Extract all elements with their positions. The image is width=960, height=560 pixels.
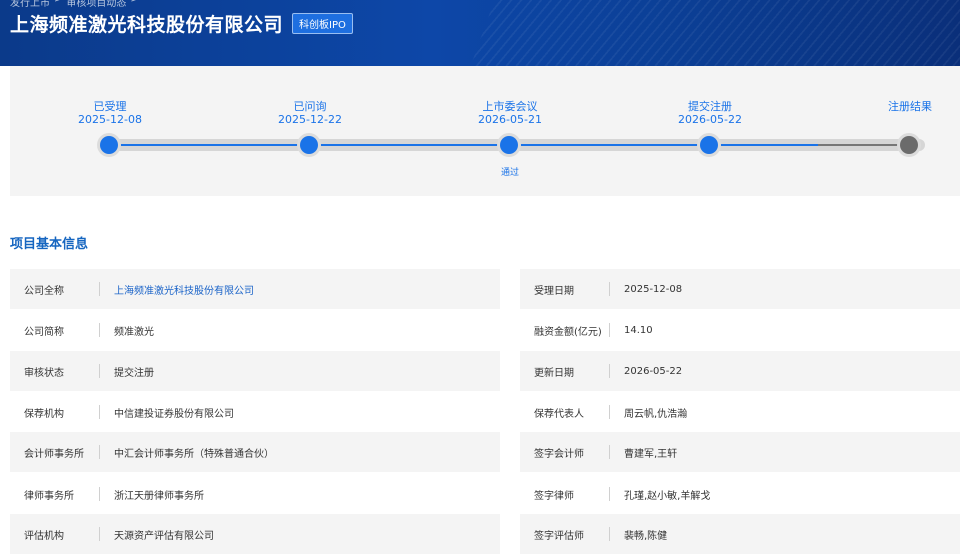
divider [99,364,100,378]
info-row-law-firm: 律师事务所 浙江天册律师事务所 [10,474,500,514]
divider [609,282,610,296]
info-label: 签字评估师 [534,530,584,542]
step-date: 2025-12-22 [278,113,342,126]
breadcrumb-item-listing[interactable]: 发行上市 [10,0,50,9]
divider [99,445,100,459]
info-label: 公司简称 [24,326,64,338]
info-row-signing-lawyers: 签字律师 孔瑾,赵小敏,羊解戈 [520,474,960,514]
info-value: 提交注册 [114,367,154,379]
info-value: 2025-12-08 [624,283,683,295]
info-label: 更新日期 [534,367,574,379]
info-value: 裴畅,陈健 [624,530,668,542]
info-label: 签字律师 [534,490,574,502]
info-value: 中信建投证券股份有限公司 [114,408,234,420]
divider [99,527,100,541]
divider [99,487,100,501]
divider [609,323,610,337]
info-row-sponsor-representatives: 保荐代表人 周云帆,仇浩瀚 [520,392,960,432]
info-label: 公司全称 [24,285,64,297]
info-row-company-short-name: 公司简称 频准激光 [10,310,500,350]
info-label: 签字会计师 [534,448,584,460]
info-value: 14.10 [624,324,653,336]
info-label: 保荐机构 [24,408,64,420]
info-row-accounting-firm: 会计师事务所 中汇会计师事务所（特殊普通合伙） [10,432,500,472]
info-row-signing-accountants: 签字会计师 曹建军,王轩 [520,432,960,472]
info-label: 律师事务所 [24,490,74,502]
section-title: 项目基本信息 [10,237,89,252]
step-label: 已问询 [293,100,327,113]
info-value: 浙江天册律师事务所 [114,490,204,502]
info-value: 中汇会计师事务所（特殊普通合伙） [114,448,274,460]
breadcrumb-separator: > [54,0,62,9]
info-row-appraisal-agency: 评估机构 天源资产评估有限公司 [10,514,500,554]
info-label: 会计师事务所 [24,448,84,460]
step-label: 提交注册 [688,100,732,113]
info-row-review-status: 审核状态 提交注册 [10,351,500,391]
divider [609,527,610,541]
title-row: 上海频准激光科技股份有限公司 科创板IPO [10,10,353,37]
review-progress-timeline: 已受理 2025-12-08 已问询 2025-12-22 上市委会议 2026… [10,66,960,196]
board-tag: 科创板IPO [292,13,353,34]
breadcrumb: 发行上市 > 审核项目动态 > [10,0,139,9]
divider [609,405,610,419]
company-full-name-link[interactable]: 上海频准激光科技股份有限公司 [114,282,254,297]
info-value: 周云帆,仇浩瀚 [624,408,688,420]
info-value: 2026-05-22 [624,365,683,377]
divider [609,487,610,501]
step-dot [300,136,318,154]
step-label: 已受理 [93,100,127,113]
step-result: 通过 [500,168,519,178]
info-label: 受理日期 [534,285,574,297]
info-label: 保荐代表人 [534,408,584,420]
page-title: 上海频准激光科技股份有限公司 [10,14,284,36]
info-value: 孔瑾,赵小敏,羊解戈 [624,490,711,502]
info-row-update-date: 更新日期 2026-05-22 [520,351,960,391]
step-label: 上市委会议 [482,100,538,113]
info-value: 曹建军,王轩 [624,448,678,460]
info-label: 评估机构 [24,530,64,542]
step-date: 2026-05-21 [478,113,542,126]
info-value: 天源资产评估有限公司 [114,530,214,542]
info-label: 审核状态 [24,367,64,379]
info-value: 频准激光 [114,326,154,338]
info-row-company-full-name: 公司全称 上海频准激光科技股份有限公司 [10,269,500,309]
step-dot [100,136,118,154]
divider [99,323,100,337]
step-date: 2025-12-08 [78,113,142,126]
divider [99,282,100,296]
info-row-sponsor: 保荐机构 中信建投证券股份有限公司 [10,392,500,432]
step-dot [900,136,918,154]
step-label: 注册结果 [888,100,932,113]
step-dot [500,136,518,154]
divider [609,364,610,378]
info-row-accept-date: 受理日期 2025-12-08 [520,269,960,309]
breadcrumb-item-review-dynamics[interactable]: 审核项目动态 [66,0,126,9]
info-row-signing-appraisers: 签字评估师 裴畅,陈健 [520,514,960,554]
info-row-financing-amount: 融资金额(亿元) 14.10 [520,310,960,350]
step-dot [700,136,718,154]
divider [609,445,610,459]
divider [99,405,100,419]
step-date: 2026-05-22 [678,113,742,126]
breadcrumb-separator: > [130,0,138,9]
header-banner: 发行上市 > 审核项目动态 > 上海频准激光科技股份有限公司 科创板IPO [0,0,960,66]
info-label: 融资金额(亿元) [534,326,602,338]
